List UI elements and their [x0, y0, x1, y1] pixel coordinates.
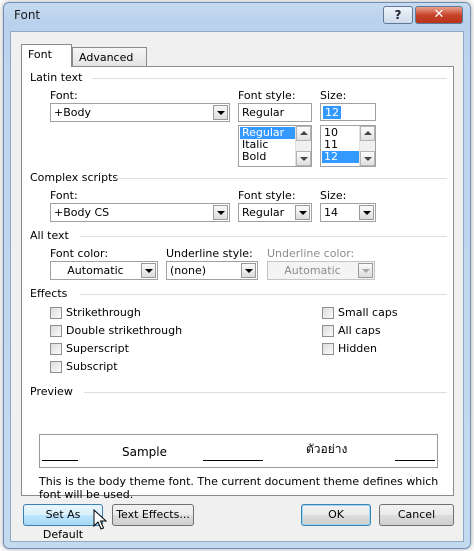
- all-caps-label[interactable]: All caps: [338, 324, 381, 337]
- scroll-up-icon[interactable]: [296, 126, 311, 141]
- complex-size-combo[interactable]: 14: [320, 203, 376, 222]
- complex-size-value: 14: [324, 206, 338, 219]
- preview-complex-sample-text: ตัวอย่าง: [306, 442, 348, 456]
- text-effects-button[interactable]: Text Effects...: [112, 504, 194, 526]
- scrollbar[interactable]: [359, 126, 375, 166]
- scroll-down-icon[interactable]: [296, 151, 311, 166]
- underline-color-value: Automatic: [284, 264, 341, 277]
- latin-style-label: Font style:: [238, 89, 296, 102]
- scrollbar[interactable]: [295, 126, 311, 166]
- latin-text-group-label: Latin text: [30, 71, 83, 84]
- dropdown-arrow-icon[interactable]: [295, 205, 310, 220]
- latin-size-value: 12: [323, 106, 341, 119]
- preview-sample-text: Sample: [122, 445, 167, 459]
- complex-style-combo[interactable]: Regular: [238, 203, 312, 222]
- complex-font-label: Font:: [50, 189, 78, 202]
- dropdown-arrow-icon[interactable]: [213, 105, 228, 120]
- help-button[interactable]: ?: [383, 6, 413, 24]
- scroll-up-icon[interactable]: [360, 126, 375, 141]
- double-strikethrough-label[interactable]: Double strikethrough: [66, 324, 182, 337]
- list-item[interactable]: 12: [322, 151, 360, 163]
- divider: [92, 78, 447, 79]
- complex-font-value: +Body CS: [54, 206, 110, 219]
- preview-underline: [203, 460, 263, 461]
- strikethrough-checkbox[interactable]: [50, 307, 62, 319]
- latin-size-label: Size:: [320, 89, 347, 102]
- hidden-label[interactable]: Hidden: [338, 342, 377, 355]
- subscript-label[interactable]: Subscript: [66, 360, 118, 373]
- preview-description: This is the body theme font. The current…: [39, 475, 439, 501]
- superscript-checkbox[interactable]: [50, 343, 62, 355]
- cancel-button[interactable]: Cancel: [379, 504, 454, 526]
- preview-underline: [395, 460, 435, 461]
- font-color-label: Font color:: [50, 247, 109, 260]
- all-caps-checkbox[interactable]: [322, 325, 334, 337]
- divider: [84, 392, 447, 393]
- complex-style-value: Regular: [242, 206, 285, 219]
- complex-scripts-group-label: Complex scripts: [30, 171, 119, 184]
- preview-box: Sample ตัวอย่าง: [39, 434, 438, 468]
- scroll-down-icon[interactable]: [360, 151, 375, 166]
- close-button[interactable]: ✕: [415, 6, 463, 24]
- small-caps-checkbox[interactable]: [322, 307, 334, 319]
- font-color-value: Automatic: [67, 264, 124, 277]
- list-item[interactable]: Bold: [240, 151, 296, 163]
- latin-style-value: Regular: [242, 106, 285, 119]
- complex-font-combo[interactable]: +Body CS: [50, 203, 230, 222]
- title-bar[interactable]: Font ? ✕: [4, 3, 470, 29]
- dropdown-arrow-icon: [358, 263, 373, 278]
- divider: [80, 294, 447, 295]
- latin-style-list[interactable]: Regular Italic Bold: [238, 125, 312, 167]
- latin-font-value: +Body: [54, 106, 91, 119]
- dropdown-arrow-icon[interactable]: [241, 263, 256, 278]
- dropdown-arrow-icon[interactable]: [359, 205, 374, 220]
- complex-style-label: Font style:: [238, 189, 296, 202]
- all-text-group-label: All text: [30, 229, 69, 242]
- complex-size-label: Size:: [320, 189, 347, 202]
- underline-style-label: Underline style:: [166, 247, 253, 260]
- underline-color-combo: Automatic: [267, 261, 375, 280]
- double-strikethrough-checkbox[interactable]: [50, 325, 62, 337]
- tab-advanced[interactable]: Advanced: [72, 47, 147, 67]
- set-as-default-button[interactable]: Set As Default: [23, 504, 103, 541]
- underline-style-value: (none): [170, 264, 207, 277]
- dropdown-arrow-icon[interactable]: [141, 263, 156, 278]
- underline-color-label: Underline color:: [267, 247, 355, 260]
- font-dialog: Font ? ✕ Font Advanced Latin text Font: …: [3, 2, 471, 549]
- hidden-checkbox[interactable]: [322, 343, 334, 355]
- latin-size-list[interactable]: 10 11 12: [320, 125, 376, 167]
- ok-button[interactable]: OK: [301, 504, 371, 526]
- dropdown-arrow-icon[interactable]: [213, 205, 228, 220]
- dialog-body: Font Advanced Latin text Font: +Body Fon…: [10, 31, 464, 542]
- divider: [116, 178, 447, 179]
- superscript-label[interactable]: Superscript: [66, 342, 129, 355]
- subscript-checkbox[interactable]: [50, 361, 62, 373]
- divider: [80, 236, 447, 237]
- latin-font-combo[interactable]: +Body: [50, 103, 230, 122]
- strikethrough-label[interactable]: Strikethrough: [66, 306, 141, 319]
- mouse-cursor-icon: [93, 509, 107, 530]
- latin-font-label: Font:: [50, 89, 78, 102]
- underline-style-combo[interactable]: (none): [166, 261, 258, 280]
- effects-group-label: Effects: [30, 287, 68, 300]
- latin-style-input[interactable]: Regular: [238, 103, 312, 122]
- font-tab-panel: Latin text Font: +Body Font style: Regul…: [21, 66, 454, 496]
- font-color-combo[interactable]: Automatic: [50, 261, 158, 280]
- latin-size-input[interactable]: 12: [320, 103, 376, 121]
- small-caps-label[interactable]: Small caps: [338, 306, 398, 319]
- tab-font[interactable]: Font: [21, 44, 72, 67]
- preview-group-label: Preview: [30, 385, 73, 398]
- dialog-title: Font: [14, 8, 41, 22]
- preview-underline: [42, 460, 78, 461]
